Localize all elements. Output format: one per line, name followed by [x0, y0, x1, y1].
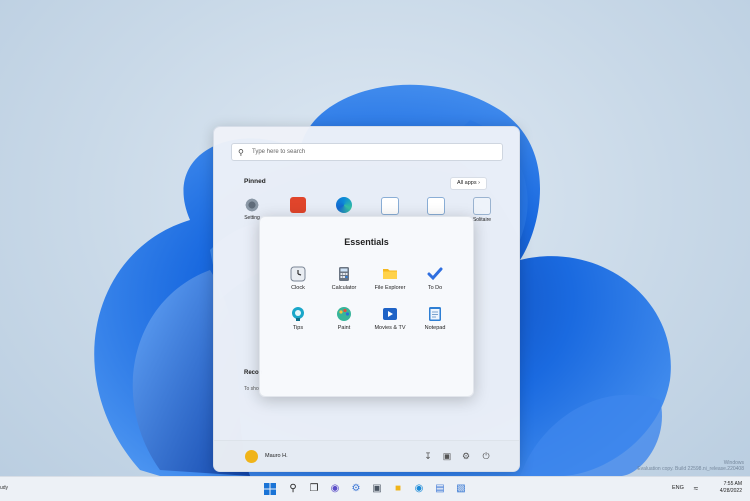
clock-date: 4/28/2022 — [719, 488, 742, 494]
gallery-icon[interactable]: ▣ — [441, 450, 453, 462]
folder-icon — [383, 269, 397, 279]
folder-app-calculator[interactable]: Calculator — [321, 266, 367, 291]
settings-taskbar-icon[interactable]: ⚙ — [348, 481, 364, 497]
tips-icon — [292, 307, 304, 321]
taskbar: udy ⚲ ❐ ◉ ⚙ ▣ ■ ◉ ▤ ▧ ENG ≈ 7:55 AM 4/28… — [0, 476, 750, 501]
all-apps-label: All apps — [457, 180, 477, 186]
avatar[interactable] — [245, 450, 258, 463]
pinned-app-label: Solitaire — [472, 217, 492, 223]
mail-icon — [381, 197, 399, 215]
folder-app-paint[interactable]: Paint — [321, 306, 367, 331]
pinned-app-photos[interactable] — [416, 197, 456, 217]
folder-app-label: Movies & TV — [374, 325, 406, 331]
pinned-heading: Pinned — [244, 178, 266, 185]
power-icon[interactable]: ⏻ — [480, 450, 492, 462]
folder-app-label: File Explorer — [374, 285, 406, 291]
folder-app-clock[interactable]: Clock — [275, 266, 321, 291]
solitaire-icon — [473, 197, 491, 215]
notepad-icon — [429, 307, 441, 321]
movies-icon — [383, 308, 397, 320]
file-explorer-taskbar-icon[interactable]: ■ — [390, 481, 406, 497]
start-footer: Mauro H. ↧ ▣ ⚙ ⏻ — [214, 440, 519, 471]
edge-icon — [336, 197, 352, 213]
all-apps-button[interactable]: All apps › — [450, 177, 487, 190]
search-taskbar-icon[interactable]: ⚲ — [285, 481, 301, 497]
language-indicator[interactable]: ENG — [672, 485, 684, 491]
folder-app-tips[interactable]: Tips — [275, 306, 321, 331]
camera-icon[interactable]: ▣ — [369, 481, 385, 497]
essentials-folder: Essentials Clock Calculator File Explore… — [259, 216, 474, 397]
pinned-app-edge[interactable] — [324, 197, 364, 215]
chevron-right-icon: › — [478, 180, 480, 186]
search-placeholder: Type here to search — [252, 149, 306, 155]
store-icon[interactable]: ▤ — [432, 481, 448, 497]
search-box[interactable]: ⚲ Type here to search — [231, 143, 503, 161]
office-icon — [290, 197, 306, 213]
calculator-icon — [339, 267, 349, 281]
folder-app-label: Clock — [291, 285, 305, 291]
search-icon: ⚲ — [238, 147, 244, 157]
user-name[interactable]: Mauro H. — [265, 453, 288, 459]
folder-app-label: Paint — [337, 325, 351, 331]
widgets-text[interactable]: udy — [0, 485, 8, 491]
photos-icon — [427, 197, 445, 215]
paint-icon — [337, 307, 351, 321]
folder-app-label: Notepad — [424, 325, 446, 331]
recommended-text: To sho — [244, 386, 259, 392]
folder-app-movies-tv[interactable]: Movies & TV — [367, 306, 413, 331]
folder-app-label: Calculator — [331, 285, 357, 291]
folder-app-label: To Do — [427, 285, 443, 291]
gear-icon — [244, 197, 260, 213]
folder-app-label: Tips — [292, 325, 304, 331]
task-view-icon[interactable]: ❐ — [306, 481, 322, 497]
start-button[interactable] — [262, 481, 278, 497]
folder-title: Essentials — [344, 237, 389, 247]
settings-gear-icon[interactable]: ⚙ — [460, 450, 472, 462]
pinned-app-label: Setting — [244, 215, 260, 221]
download-icon[interactable]: ↧ — [422, 450, 434, 462]
folder-app-file-explorer[interactable]: File Explorer — [367, 266, 413, 291]
system-clock[interactable]: 7:55 AM 4/28/2022 — [720, 481, 742, 495]
pinned-app-office[interactable] — [278, 197, 318, 215]
wifi-icon[interactable]: ≈ — [688, 481, 704, 497]
chat-icon[interactable]: ◉ — [327, 481, 343, 497]
windows-logo-icon — [264, 483, 276, 495]
folder-app-to-do[interactable]: To Do — [412, 266, 458, 291]
folder-app-notepad[interactable]: Notepad — [412, 306, 458, 331]
watermark-line2: Evaluation copy. Build 22598.ni_release.… — [637, 466, 744, 472]
checkmark-icon — [427, 267, 443, 281]
terminal-icon[interactable]: ▧ — [453, 481, 469, 497]
clock-icon — [290, 266, 306, 282]
edge-taskbar-icon[interactable]: ◉ — [411, 481, 427, 497]
evaluation-watermark: Windows Evaluation copy. Build 22598.ni_… — [637, 460, 744, 472]
clock-time: 7:55 AM — [723, 481, 742, 487]
pinned-app-mail[interactable] — [370, 197, 410, 217]
